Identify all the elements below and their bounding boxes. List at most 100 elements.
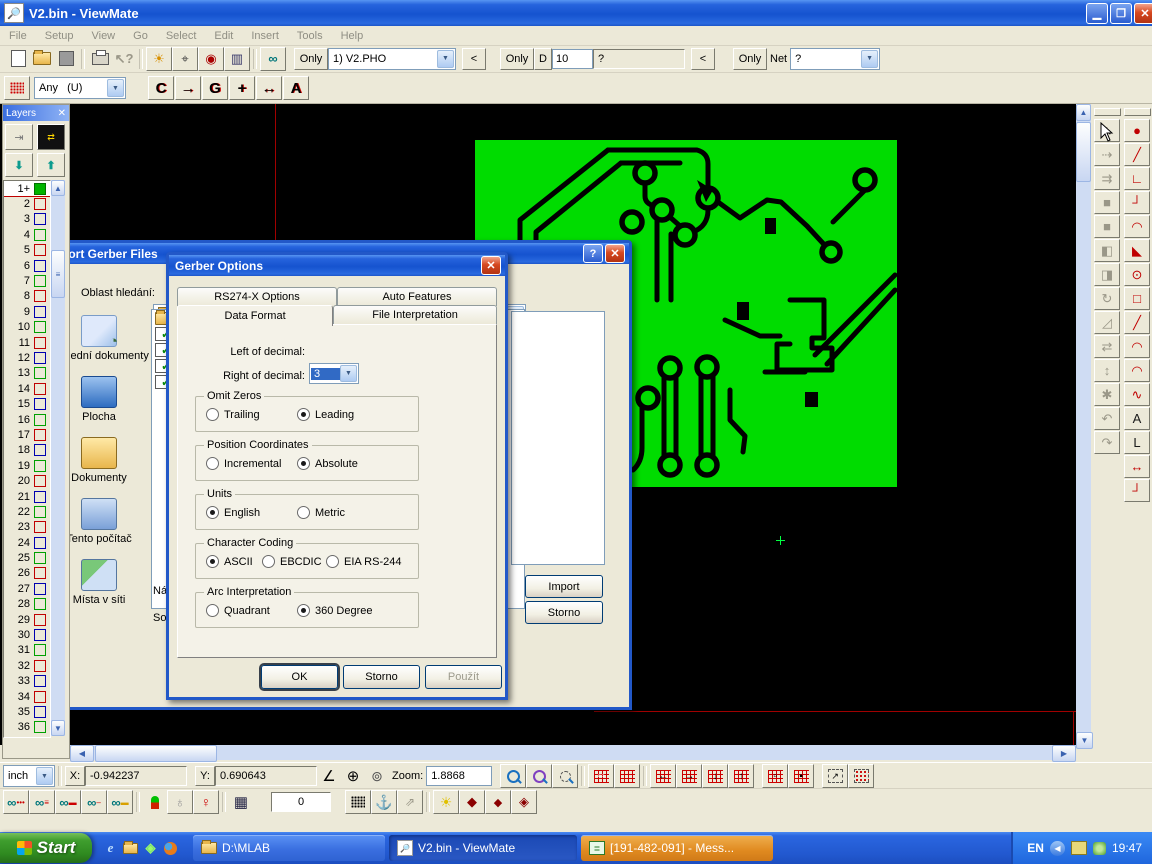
pan-left-button[interactable]: ← <box>650 764 676 788</box>
prev-dcode-button[interactable]: < <box>691 48 715 70</box>
flash-move-button[interactable]: ◆ <box>485 790 511 814</box>
layer-row[interactable]: 31 <box>4 643 50 658</box>
layer-row[interactable]: 28 <box>4 597 50 612</box>
layer-row[interactable]: 36 <box>4 720 50 735</box>
select-area-button[interactable]: ↗ <box>822 764 848 788</box>
print-button[interactable] <box>88 48 112 70</box>
zoom-window-button[interactable] <box>552 764 578 788</box>
ebcdic-radio[interactable] <box>262 555 275 568</box>
draw-slant-icon[interactable]: ╱ <box>1124 311 1150 334</box>
anchor-button[interactable]: ⚓ <box>371 790 397 814</box>
chevron-down-icon[interactable]: ▼ <box>36 767 53 785</box>
menu-item[interactable]: Setup <box>45 30 74 42</box>
only-dcode-button[interactable]: Only <box>500 48 534 70</box>
eia-rs244-radio[interactable] <box>326 555 339 568</box>
tab-data-format[interactable]: Data Format <box>177 305 333 326</box>
dcode-arrow-icon[interactable]: → <box>175 76 201 100</box>
restore-button[interactable]: ❐ <box>1110 3 1132 24</box>
select-pattern-area-button[interactable] <box>848 764 874 788</box>
taskbar-task-folder[interactable]: D:\MLAB <box>193 835 385 861</box>
close-icon[interactable]: ✕ <box>605 244 625 263</box>
green-app-icon[interactable]: ◈ <box>142 840 159 857</box>
draw-corner-icon[interactable]: ┘ <box>1124 191 1150 214</box>
flash-pattern-button[interactable]: ◈ <box>511 790 537 814</box>
prev-film-button[interactable]: < <box>462 48 486 70</box>
fill-square2-icon[interactable]: ■ <box>1094 215 1120 238</box>
snap-grid-button[interactable] <box>345 790 371 814</box>
import-button[interactable]: Import <box>525 575 603 598</box>
pan-up-button[interactable]: ↑ <box>728 764 754 788</box>
layer-row[interactable]: 30 <box>4 627 50 642</box>
gerber-cancel-button[interactable]: Storno <box>343 665 420 689</box>
dcode-a-icon[interactable]: A <box>283 76 309 100</box>
layer-row[interactable]: 7 <box>4 273 50 288</box>
chevron-down-icon[interactable]: ▼ <box>107 79 124 97</box>
layer-row[interactable]: 3 <box>4 212 50 227</box>
canvas-hscrollbar[interactable]: ◀ ▶ <box>70 745 1076 760</box>
layer-insert-button[interactable]: ⇥ <box>5 124 33 150</box>
full-grid-button[interactable] <box>614 764 640 788</box>
taskbar-task-messages[interactable]: ≣ [191-482-091] - Mess... <box>581 835 773 861</box>
draw-text-icon[interactable]: A <box>1124 407 1150 430</box>
save-file-button[interactable] <box>54 48 78 70</box>
view-outline-button[interactable]: ∞– <box>81 790 107 814</box>
degree360-radio[interactable] <box>297 604 310 617</box>
move-icon[interactable]: ⇢ <box>1094 143 1120 166</box>
layer-row[interactable]: 23 <box>4 520 50 535</box>
scroll-up-icon[interactable]: ▲ <box>51 180 65 196</box>
layer-row[interactable]: 22 <box>4 504 50 519</box>
grid-offset-button[interactable]: ▪ <box>788 764 814 788</box>
layer-scrollbar[interactable]: ▲ ≡ ▼ <box>51 180 65 736</box>
mirror-vertical-icon[interactable]: ◧ <box>1094 239 1120 262</box>
dcode-value-input[interactable]: 10 <box>552 49 593 69</box>
draw-arc-icon[interactable]: ◠ <box>1124 335 1150 358</box>
zoom-selection-button[interactable] <box>526 764 552 788</box>
taskbar-task-viewmate[interactable]: 🔎 V2.bin - ViewMate <box>389 835 577 861</box>
draw-round-corner-icon[interactable]: ┘ <box>1124 479 1150 502</box>
inspect-mode-button[interactable]: ∞ <box>260 47 286 71</box>
layer-down-button[interactable]: ⬇ <box>5 153 33 177</box>
menu-item[interactable]: Insert <box>251 30 279 42</box>
draw-line-icon[interactable]: ╱ <box>1124 143 1150 166</box>
center-view-button[interactable]: ◉ <box>198 47 224 71</box>
measure-tools-button[interactable]: ⌖ <box>172 47 198 71</box>
layer-row[interactable]: 21 <box>4 489 50 504</box>
layers-panel-titlebar[interactable]: Layers ✕ <box>3 105 69 121</box>
draw-dimension-icon[interactable]: ↔ <box>1124 455 1150 478</box>
traffic-light-button[interactable] <box>143 791 167 813</box>
fill-square-icon[interactable]: ■ <box>1094 191 1120 214</box>
pan-right-button[interactable]: → <box>676 764 702 788</box>
mirror-horizontal-icon[interactable]: ◨ <box>1094 263 1120 286</box>
start-button[interactable]: Start <box>0 833 92 863</box>
layer-row[interactable]: 5 <box>4 243 50 258</box>
angle-measure-button[interactable]: ∠ <box>317 765 341 787</box>
open-file-button[interactable] <box>30 48 54 70</box>
layer-row[interactable]: 12 <box>4 350 50 365</box>
view-sketch-button[interactable]: ∞▬ <box>107 790 133 814</box>
metric-radio[interactable] <box>297 506 310 519</box>
draw-circle-icon[interactable]: ⊙ <box>1124 263 1150 286</box>
layer-colors-button[interactable]: ▥ <box>224 47 250 71</box>
undo-icon[interactable]: ↶ <box>1094 407 1120 430</box>
layer-row[interactable]: 10 <box>4 320 50 335</box>
layer-row[interactable]: 17 <box>4 427 50 442</box>
apply-button[interactable]: Použít <box>425 665 502 689</box>
tray-chevron-icon[interactable]: ◀ <box>1050 841 1065 856</box>
chevron-down-icon[interactable]: ▼ <box>861 50 878 68</box>
film-box-button[interactable]: ▫▫ <box>588 764 614 788</box>
draw-rectangle-icon[interactable]: □ <box>1124 287 1150 310</box>
tray-notes-icon[interactable] <box>1071 841 1087 855</box>
import-cancel-button[interactable]: Storno <box>525 601 603 624</box>
layer-row[interactable]: 18 <box>4 443 50 458</box>
layer-row[interactable]: 33 <box>4 674 50 689</box>
grid-corner-button[interactable]: ▫ <box>762 764 788 788</box>
layer-up-button[interactable]: ⬆ <box>37 153 65 177</box>
flash-select-button[interactable]: ◆ <box>459 790 485 814</box>
chevron-down-icon[interactable]: ▼ <box>340 365 357 382</box>
unit-combo[interactable]: inch ▼ <box>3 765 55 787</box>
layer-row[interactable]: 9 <box>4 304 50 319</box>
layer-row[interactable]: 27 <box>4 581 50 596</box>
layer-row[interactable]: 14 <box>4 381 50 396</box>
view-lines-button[interactable]: ∞≡ <box>29 790 55 814</box>
dcode-g-icon[interactable]: G <box>202 76 228 100</box>
